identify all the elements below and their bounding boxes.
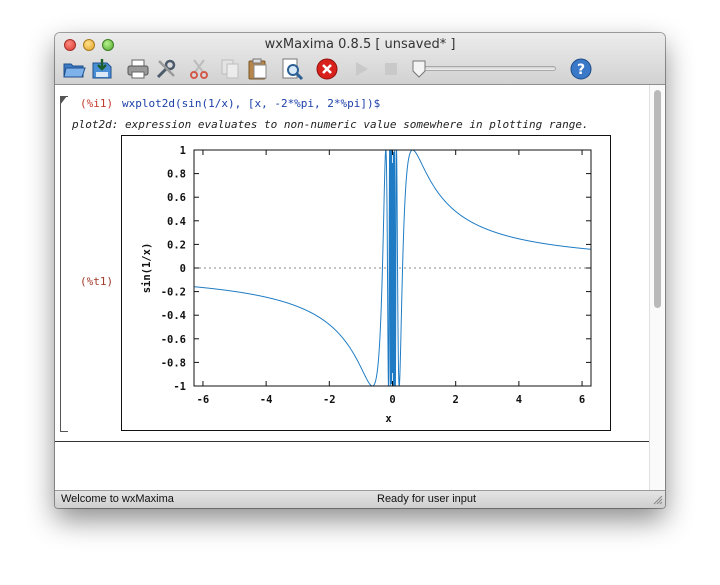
app-window: wxMaxima 0.8.5 [ unsaved* ] ? (%i1) wxpl… <box>55 33 665 508</box>
x-tick-label: 6 <box>579 394 585 406</box>
y-axis-label: sin(1/x) <box>141 243 153 294</box>
y-tick-label: -0.8 <box>161 357 186 369</box>
y-tick-label: 0.8 <box>167 169 186 181</box>
y-tick-label: -0.4 <box>161 310 186 322</box>
save-icon[interactable] <box>90 57 114 81</box>
x-tick-label: 2 <box>453 394 459 406</box>
window-title: wxMaxima 0.8.5 [ unsaved* ] <box>264 37 456 52</box>
print-icon[interactable] <box>126 57 150 81</box>
title-bar: wxMaxima 0.8.5 [ unsaved* ] ? <box>55 33 665 85</box>
scrollbar-thumb[interactable] <box>654 90 661 308</box>
status-message-left: Welcome to wxMaxima <box>61 493 174 505</box>
y-tick-label: -0.2 <box>161 287 186 299</box>
status-bar: Welcome to wxMaxima Ready for user input <box>55 490 665 508</box>
x-axis-label: x <box>385 413 392 425</box>
cell-separator <box>55 441 649 442</box>
animation-slider-track[interactable] <box>418 66 556 71</box>
open-icon[interactable] <box>62 57 86 81</box>
copy-icon[interactable] <box>218 57 242 81</box>
sin-plot: 1 0.8 0.6 0.4 0.2 0 -0.2 -0.4 -0.6 -0.8 -1 -6 -4 -2 0 2… <box>141 145 592 425</box>
plot-warning-message: plot2d: expression evaluates to non-nume… <box>72 118 589 131</box>
cut-icon[interactable] <box>187 57 211 81</box>
preferences-icon[interactable] <box>154 57 178 81</box>
x-tick-label: 0 <box>389 394 395 406</box>
interrupt-icon[interactable] <box>315 57 339 81</box>
vertical-scrollbar[interactable] <box>649 85 665 490</box>
find-icon[interactable] <box>280 57 304 81</box>
x-tick-label: 4 <box>516 394 522 406</box>
input-prompt: (%i1) <box>80 97 114 110</box>
status-message-center: Ready for user input <box>377 493 477 505</box>
animation-slider-thumb[interactable] <box>411 60 427 78</box>
output-prompt: (%t1) <box>80 275 114 288</box>
paste-icon[interactable] <box>246 57 270 81</box>
series-line <box>193 149 592 387</box>
stop-icon[interactable] <box>379 57 403 81</box>
x-tick-label: -6 <box>197 394 210 406</box>
x-tick-label: -2 <box>323 394 336 406</box>
play-icon[interactable] <box>349 57 373 81</box>
x-tick-label: -4 <box>260 394 273 406</box>
plot-output: 1 0.8 0.6 0.4 0.2 0 -0.2 -0.4 -0.6 -0.8 -1 -6 -4 -2 0 2… <box>121 135 611 431</box>
y-tick-label: 0 <box>180 263 186 275</box>
y-tick-label: 1 <box>180 145 186 157</box>
resize-grip-icon[interactable] <box>653 495 663 505</box>
input-code[interactable]: wxplot2d(sin(1/x), [x, -2*%pi, 2*%pi])$ <box>122 97 380 110</box>
y-tick-label: 0.2 <box>167 239 186 251</box>
y-tick-label: 0.4 <box>167 216 186 228</box>
y-tick-label: -0.6 <box>161 334 186 346</box>
y-tick-label: 0.6 <box>167 192 186 204</box>
y-tick-label: -1 <box>173 381 186 393</box>
cell-bracket[interactable] <box>60 96 68 432</box>
cell-bracket-triangle[interactable] <box>60 96 67 105</box>
help-icon[interactable]: ? <box>569 57 593 81</box>
svg-text:?: ? <box>577 62 585 78</box>
worksheet[interactable]: (%i1) wxplot2d(sin(1/x), [x, -2*%pi, 2*%… <box>55 85 649 490</box>
